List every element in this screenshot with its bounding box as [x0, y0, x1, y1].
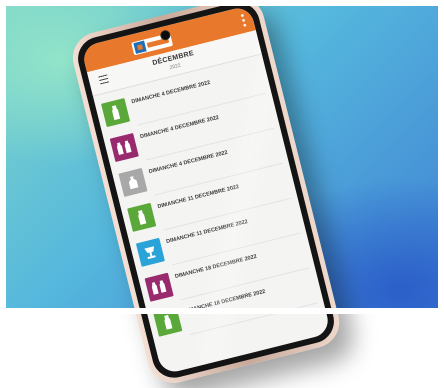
- photo-border: [0, 0, 444, 314]
